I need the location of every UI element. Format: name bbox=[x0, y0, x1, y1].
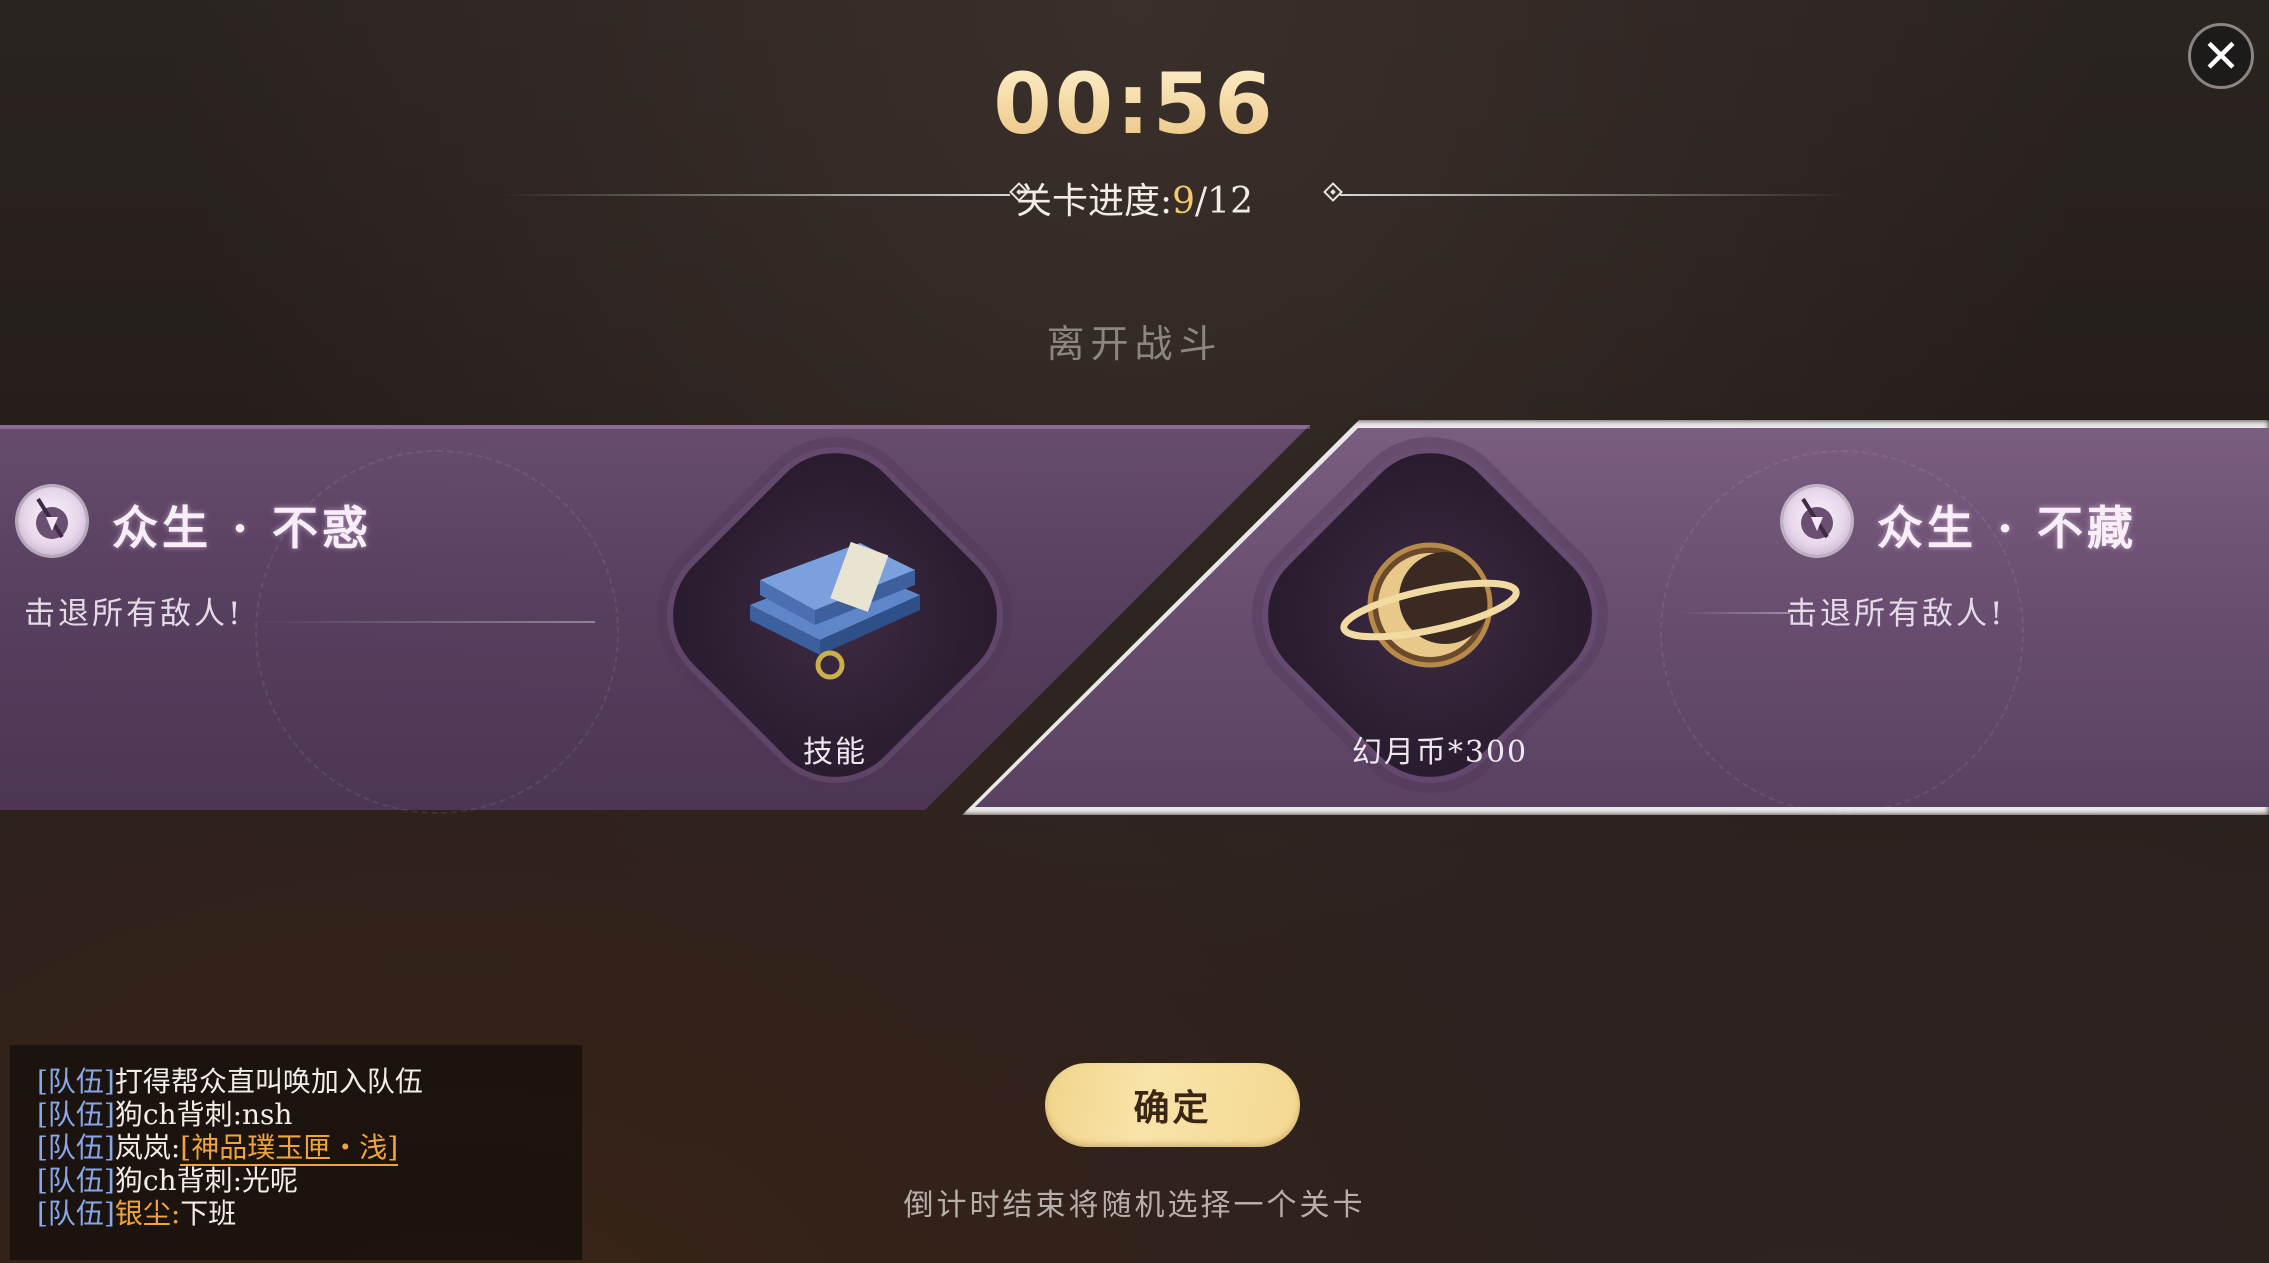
combat-mode-icon bbox=[18, 487, 86, 555]
countdown-timer: 00:56 bbox=[0, 55, 2269, 153]
stage-desc-right: 击退所有敌人! bbox=[1786, 596, 2006, 632]
confirm-label: 确定 bbox=[1133, 1087, 1212, 1129]
skill-books-icon bbox=[730, 535, 930, 685]
stage-desc-left: 击退所有敌人! bbox=[24, 596, 244, 632]
desc-divider bbox=[1680, 612, 1790, 614]
progress-divider-right bbox=[1340, 194, 1850, 196]
stage-title-left: 众生 · 不惑 bbox=[112, 501, 373, 555]
chat-message: [队伍]银尘:下班 bbox=[37, 1197, 237, 1230]
chat-panel[interactable]: [队伍]打得帮众直叫唤加入队伍 [队伍]狗ch背刺:nsh [队伍]岚岚:[神品… bbox=[10, 1045, 582, 1260]
leave-battle-button[interactable]: 离开战斗 bbox=[0, 313, 2269, 368]
close-icon: ✕ bbox=[2201, 29, 2241, 83]
confirm-button[interactable]: 确定 bbox=[1045, 1063, 1300, 1147]
band-highlight bbox=[0, 425, 1310, 429]
stage-progress: 关卡进度:9/12 bbox=[0, 168, 2269, 224]
stage-title-right: 众生 · 不藏 bbox=[1877, 501, 2138, 555]
combat-mode-icon bbox=[1783, 487, 1851, 555]
progress-label: 关卡进度: bbox=[1016, 181, 1173, 222]
progress-total: /12 bbox=[1195, 181, 1253, 222]
desc-divider bbox=[250, 621, 595, 623]
progress-current: 9 bbox=[1172, 181, 1196, 222]
reward-label-left: 技能 bbox=[803, 735, 867, 770]
moon-coin-icon bbox=[1340, 530, 1520, 680]
close-button[interactable]: ✕ bbox=[2188, 23, 2254, 89]
reward-label-right: 幻月币*300 bbox=[1351, 735, 1529, 770]
